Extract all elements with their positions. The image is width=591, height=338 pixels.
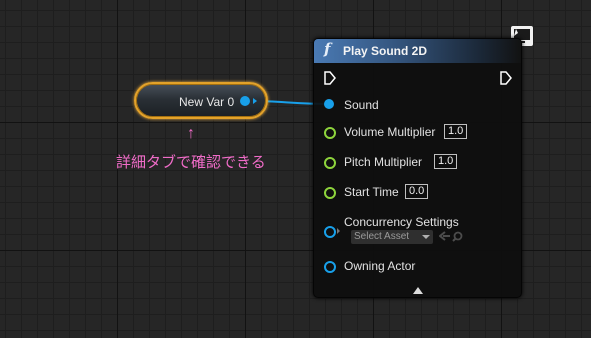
pitch-multiplier-pin[interactable] xyxy=(324,157,336,169)
browse-search-icon[interactable] xyxy=(452,231,463,242)
sound-pin[interactable] xyxy=(324,99,334,109)
select-asset-dropdown[interactable]: Select Asset xyxy=(351,230,433,244)
variable-node[interactable]: New Var 0 xyxy=(134,82,268,119)
node-header[interactable]: f Play Sound 2D xyxy=(314,39,521,63)
pin-label-concurrency-settings: Concurrency Settings xyxy=(344,215,459,229)
variable-label: New Var 0 xyxy=(179,95,235,109)
pitch-multiplier-input[interactable]: 1.0 xyxy=(434,154,458,169)
node-title: Play Sound 2D xyxy=(343,44,428,58)
pin-label-volume-multiplier: Volume Multiplier xyxy=(344,125,436,139)
function-icon: f xyxy=(324,40,331,58)
owning-actor-pin[interactable] xyxy=(324,261,336,273)
pin-arrow-icon xyxy=(253,98,257,104)
play-sound-2d-node[interactable]: f Play Sound 2D Sound Volume Multiplier … xyxy=(313,38,522,298)
pin-label-owning-actor: Owning Actor xyxy=(344,259,416,273)
select-asset-placeholder: Select Asset xyxy=(354,231,410,242)
annotation-text: 詳細タブで確認できる xyxy=(116,154,266,171)
annotation-arrow: ↑ xyxy=(187,125,195,142)
use-selected-asset-icon[interactable] xyxy=(439,231,451,241)
exec-output-pin-icon[interactable] xyxy=(500,71,512,85)
volume-multiplier-pin[interactable] xyxy=(324,127,336,139)
variable-output-pin[interactable] xyxy=(240,96,250,106)
pin-label-start-time: Start Time xyxy=(344,185,399,199)
expand-arrow-icon[interactable] xyxy=(413,287,423,294)
pin-label-sound: Sound xyxy=(344,98,379,112)
start-time-pin[interactable] xyxy=(324,187,336,199)
start-time-input[interactable]: 0.0 xyxy=(405,184,429,199)
exec-input-pin-icon[interactable] xyxy=(324,71,336,85)
volume-multiplier-input[interactable]: 1.0 xyxy=(444,124,468,139)
concurrency-settings-pin[interactable] xyxy=(324,226,336,238)
pin-label-pitch-multiplier: Pitch Multiplier xyxy=(344,155,423,169)
chevron-down-icon xyxy=(422,235,430,239)
pin-arrow-icon xyxy=(337,228,340,234)
